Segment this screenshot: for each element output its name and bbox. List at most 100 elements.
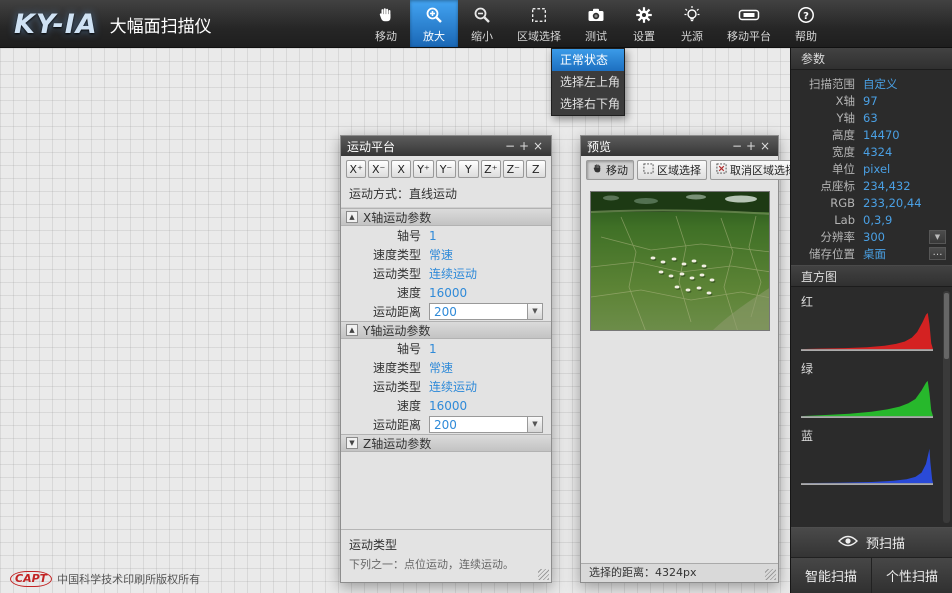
x-minus-button[interactable]: X⁻ [368, 160, 388, 178]
z-axis-section-header[interactable]: ▼ Z轴运动参数 [341, 434, 551, 452]
toolbar-platform[interactable]: 移动平台 [716, 0, 782, 47]
z-plus-button[interactable]: Z⁺ [481, 160, 501, 178]
close-icon[interactable]: × [531, 136, 545, 156]
collapse-icon[interactable]: ▲ [346, 324, 358, 336]
z-button[interactable]: Z [526, 160, 546, 178]
row-label: 单位 [791, 161, 855, 177]
prescan-button[interactable]: 预扫描 [791, 527, 952, 557]
scrollbar-thumb[interactable] [944, 293, 949, 359]
motion-panel-titlebar[interactable]: 运动平台 − + × [341, 136, 551, 156]
axis-jog-buttons: X⁺ X⁻ X Y⁺ Y⁻ Y Z⁺ Z⁻ Z [341, 156, 551, 181]
x-motion-type-row: 运动类型 连续运动 [341, 264, 551, 283]
height-value: 14470 [863, 128, 900, 142]
minimize-icon[interactable]: − [503, 136, 517, 156]
resize-grip[interactable] [765, 569, 776, 580]
param-label: 速度 [341, 284, 421, 301]
zoom-in-icon [424, 4, 444, 26]
toolbar-region-select[interactable]: 区域选择 [506, 0, 572, 47]
toolbar-zoom-out[interactable]: 缩小 [458, 0, 506, 47]
minimize-icon[interactable]: − [730, 136, 744, 156]
preview-toolbar: 移动 区域选择 取消区域选择 [581, 156, 778, 184]
x-axis-section-header[interactable]: ▲ X轴运动参数 [341, 208, 551, 226]
preview-cancel-region-button[interactable]: 取消区域选择 [710, 160, 802, 180]
y-motion-type-value[interactable]: 连续运动 [429, 378, 477, 395]
y-axis-number-value[interactable]: 1 [429, 342, 437, 356]
camera-icon [586, 4, 606, 26]
y-button[interactable]: Y [458, 160, 478, 178]
preview-image[interactable] [590, 191, 770, 331]
x-speed-value[interactable]: 16000 [429, 286, 467, 300]
y-axis-section-header[interactable]: ▲ Y轴运动参数 [341, 321, 551, 339]
chevron-down-icon[interactable]: ▼ [527, 304, 542, 319]
lab-value: 0,3,9 [863, 213, 892, 227]
menu-item-select-bottom-right[interactable]: 选择右下角 [552, 93, 624, 115]
row-label: RGB [791, 196, 855, 210]
toolbar-help[interactable]: ? 帮助 [782, 0, 830, 47]
help-icon: ? [796, 4, 816, 26]
x-button[interactable]: X [391, 160, 411, 178]
y-speed-type-value[interactable]: 常速 [429, 359, 453, 376]
chevron-down-icon[interactable]: ▼ [929, 230, 946, 244]
param-label: 运动距离 [341, 416, 421, 433]
row-label: 分辨率 [791, 229, 855, 245]
maximize-icon[interactable]: + [744, 136, 758, 156]
row-label: 高度 [791, 127, 855, 143]
scan-buttons: 智能扫描 个性扫描 [791, 557, 952, 593]
histogram-scrollbar[interactable] [943, 291, 950, 523]
menu-item-normal-state[interactable]: 正常状态 [552, 49, 624, 71]
x-distance-select[interactable]: 200 ▼ [429, 303, 543, 320]
point-coord-row: 点座标 234,432 [791, 177, 952, 194]
collapse-icon[interactable]: ▲ [346, 211, 358, 223]
resolution-value[interactable]: 300 [863, 230, 885, 244]
toolbar-help-label: 帮助 [795, 28, 817, 44]
parameters-header: 参数 [791, 48, 952, 70]
preview-move-button[interactable]: 移动 [586, 160, 634, 180]
copyright-text: 中国科学技术印刷所版权所有 [57, 571, 200, 587]
y-plus-button[interactable]: Y⁺ [413, 160, 433, 178]
storage-location-value[interactable]: 桌面 [863, 246, 886, 262]
param-label: 速度 [341, 397, 421, 414]
preview-panel: 预览 − + × 移动 区域选择 取消区域选择 [580, 135, 779, 583]
toolbar-settings[interactable]: 设置 [620, 0, 668, 47]
toolbar-zoom-in[interactable]: 放大 [410, 0, 458, 47]
unit-value[interactable]: pixel [863, 162, 890, 176]
blue-histogram-plot [801, 445, 933, 485]
smart-scan-button[interactable]: 智能扫描 [791, 558, 871, 593]
toolbar-test[interactable]: 测试 [572, 0, 620, 47]
platform-icon [738, 4, 760, 26]
motion-help-box: 运动类型 下列之一：点位运动，连续运动。 [341, 529, 551, 582]
width-value: 4324 [863, 145, 892, 159]
x-speed-type-value[interactable]: 常速 [429, 246, 453, 263]
chevron-down-icon[interactable]: ▼ [527, 417, 542, 432]
preview-region-select-button[interactable]: 区域选择 [637, 160, 707, 180]
scan-range-value[interactable]: 自定义 [863, 76, 898, 92]
maximize-icon[interactable]: + [517, 136, 531, 156]
preview-status-bar: 选择的距离：4324px [581, 563, 778, 582]
expand-icon[interactable]: ▼ [346, 437, 358, 449]
x-axis-number-value[interactable]: 1 [429, 229, 437, 243]
red-channel-label: 红 [801, 293, 938, 310]
y-speed-row: 速度 16000 [341, 396, 551, 415]
preview-move-label: 移动 [606, 162, 628, 178]
custom-scan-button[interactable]: 个性扫描 [871, 558, 952, 593]
browse-button[interactable]: … [929, 247, 946, 260]
x-distance-row: 运动距离 200 ▼ [341, 302, 551, 321]
y-speed-value[interactable]: 16000 [429, 399, 467, 413]
y-speed-type-row: 速度类型 常速 [341, 358, 551, 377]
toolbar-light[interactable]: 光源 [668, 0, 716, 47]
x-axis-value: 97 [863, 94, 878, 108]
resize-grip[interactable] [538, 569, 549, 580]
y-minus-button[interactable]: Y⁻ [436, 160, 456, 178]
param-label: 轴号 [341, 340, 421, 357]
brand: KY-IA 大幅面扫描仪 [14, 0, 212, 48]
param-label: 运动类型 [341, 378, 421, 395]
toolbar-move[interactable]: 移动 [362, 0, 410, 47]
menu-item-select-top-left[interactable]: 选择左上角 [552, 71, 624, 93]
preview-panel-titlebar[interactable]: 预览 − + × [581, 136, 778, 156]
y-distance-select[interactable]: 200 ▼ [429, 416, 543, 433]
x-motion-type-value[interactable]: 连续运动 [429, 265, 477, 282]
blue-channel-label: 蓝 [801, 427, 938, 444]
x-plus-button[interactable]: X⁺ [346, 160, 366, 178]
close-icon[interactable]: × [758, 136, 772, 156]
z-minus-button[interactable]: Z⁻ [503, 160, 523, 178]
